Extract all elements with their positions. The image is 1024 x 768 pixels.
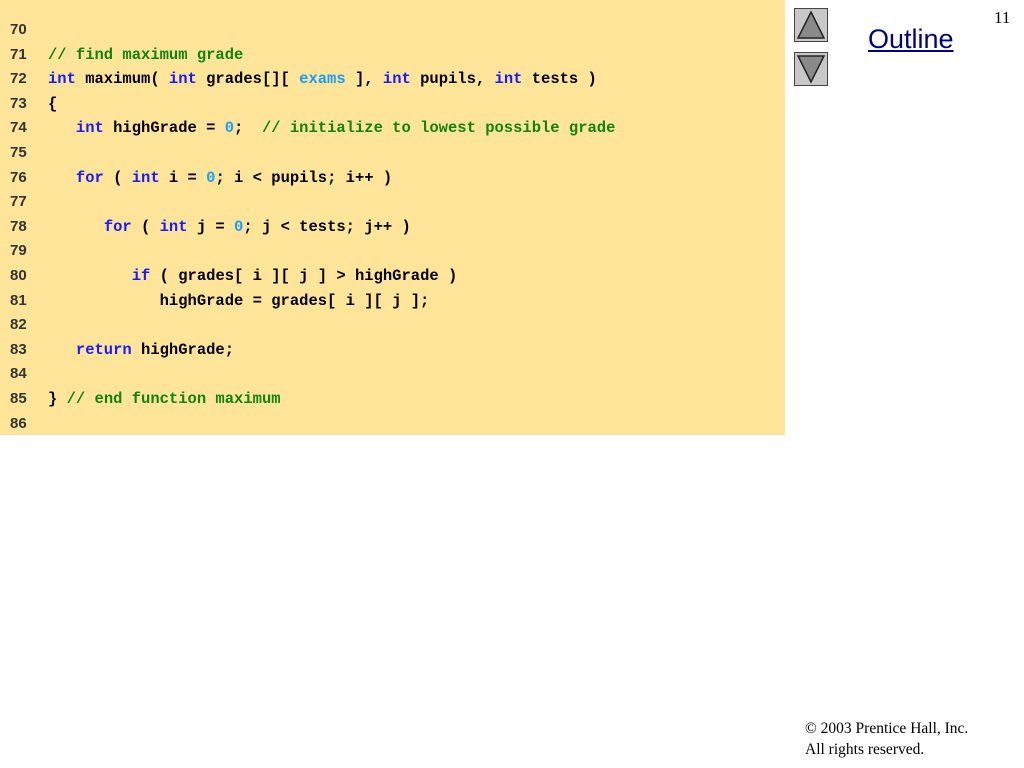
line-code: // find maximum grade — [48, 43, 243, 68]
code-text: grades[][ — [196, 70, 300, 89]
code-line: 76 for ( int i = 0; i < pupils; i++ ) — [0, 166, 785, 191]
line-code: for ( int i = 0; i < pupils; i++ ) — [48, 166, 392, 191]
code-keyword: int — [159, 217, 188, 236]
code-text: i = — [159, 168, 207, 187]
code-text: maximum( — [75, 70, 169, 89]
code-line: 73 { — [0, 92, 785, 117]
code-listing: 70 71 // find maximum grade 72 int maximum( … — [0, 18, 785, 436]
code-text: { — [48, 94, 58, 113]
slide: 70 71 // find maximum grade 72 int maximum( … — [0, 0, 1024, 768]
code-number: 0 — [234, 217, 244, 236]
line-code: } // end function maximum — [48, 387, 281, 412]
code-line: 74 int highGrade = 0; // initialize to l… — [0, 116, 785, 141]
code-line: 82 — [0, 313, 785, 338]
line-number: 78 — [10, 217, 27, 235]
code-line: 70 — [0, 18, 785, 43]
code-comment: // end function maximum — [66, 389, 281, 408]
code-line: 79 — [0, 239, 785, 264]
code-line: 83 return highGrade; — [0, 338, 785, 363]
outline-link[interactable]: Outline — [868, 24, 954, 55]
line-number: 80 — [10, 266, 27, 284]
line-number: 81 — [10, 291, 27, 309]
line-number: 85 — [10, 389, 27, 407]
code-line: 75 — [0, 141, 785, 166]
rights-reserved-text: All rights reserved. — [805, 741, 925, 758]
line-number: 75 — [10, 143, 27, 161]
line-number: 74 — [10, 119, 27, 137]
line-number: 71 — [10, 45, 27, 63]
line-code: for ( int j = 0; j < tests; j++ ) — [48, 215, 411, 240]
code-keyword: for — [103, 217, 132, 236]
code-text: j = — [187, 217, 235, 236]
code-text: highGrade = grades[ i ][ j ]; — [48, 291, 430, 310]
next-slide-button[interactable] — [794, 52, 828, 86]
triangle-down-icon — [796, 55, 826, 84]
code-text: pupils, — [410, 70, 495, 89]
code-line: 72 int maximum( int grades[][ exams ], in… — [0, 67, 785, 92]
code-text: ( — [103, 168, 132, 187]
line-code: highGrade = grades[ i ][ j ]; — [48, 289, 430, 314]
copyright-notice: © 2003 Prentice Hall, Inc. All rights re… — [805, 718, 968, 760]
line-number: 84 — [10, 365, 27, 383]
line-number: 79 — [10, 242, 27, 260]
line-code: return highGrade; — [48, 338, 234, 363]
code-keyword: int — [75, 119, 104, 138]
previous-slide-button[interactable] — [794, 8, 828, 42]
code-line: 81 highGrade = grades[ i ][ j ]; — [0, 289, 785, 314]
line-number: 73 — [10, 94, 27, 112]
code-text: ; — [234, 119, 262, 138]
line-number: 76 — [10, 168, 27, 186]
code-text: ; j < tests; j++ ) — [243, 217, 411, 236]
code-text: ], — [345, 70, 383, 89]
code-keyword: int — [131, 168, 160, 187]
copyright-line: © 2003 Prentice Hall, Inc. — [805, 718, 968, 739]
code-comment: // initialize to lowest possible grade — [261, 119, 616, 138]
code-keyword: if — [131, 266, 151, 285]
code-identifier: exams — [299, 70, 346, 89]
code-comment: // find maximum grade — [48, 45, 244, 64]
code-text: highGrade = — [103, 119, 225, 138]
code-line: 84 — [0, 362, 785, 387]
code-keyword: int — [168, 70, 197, 89]
code-text: ( grades[ i ][ j ] > highGrade ) — [150, 266, 458, 285]
line-number: 72 — [10, 70, 27, 88]
line-number: 70 — [10, 21, 27, 38]
code-text: tests ) — [522, 70, 597, 89]
code-panel: 70 71 // find maximum grade 72 int maximum( … — [0, 0, 785, 435]
line-code: if ( grades[ i ][ j ] > highGrade ) — [48, 264, 458, 289]
code-text: highGrade; — [131, 340, 235, 359]
code-text: } — [48, 389, 67, 408]
code-line: 80 if ( grades[ i ][ j ] > highGrade ) — [0, 264, 785, 289]
slide-number: 11 — [994, 8, 1011, 27]
code-keyword: int — [382, 70, 411, 89]
code-line: 78 for ( int j = 0; j < tests; j++ ) — [0, 215, 785, 240]
copyright-text: 2003 Prentice Hall, Inc. — [816, 720, 969, 737]
line-code: int highGrade = 0; // initialize to lowe… — [48, 116, 616, 141]
code-keyword: int — [494, 70, 523, 89]
code-line: 85} // end function maximum — [0, 387, 785, 412]
code-keyword: for — [75, 168, 104, 187]
code-number: 0 — [224, 119, 235, 138]
line-number: 82 — [10, 316, 27, 334]
code-text: ; i < pupils; i++ ) — [215, 168, 393, 187]
code-text: ( — [131, 217, 160, 236]
copyright-symbol: © — [805, 720, 817, 737]
line-number: 83 — [10, 340, 27, 358]
code-line: 71 // find maximum grade — [0, 43, 785, 68]
line-code: { — [48, 92, 57, 117]
line-code: int maximum( int grades[][ exams ], int … — [48, 67, 597, 92]
line-number: 86 — [10, 414, 27, 432]
code-line: 77 — [0, 190, 785, 215]
code-line: 86 — [0, 412, 785, 437]
code-keyword: int — [48, 70, 76, 89]
line-number: 77 — [10, 193, 27, 211]
code-keyword: return — [75, 340, 132, 359]
triangle-up-icon — [796, 10, 826, 39]
